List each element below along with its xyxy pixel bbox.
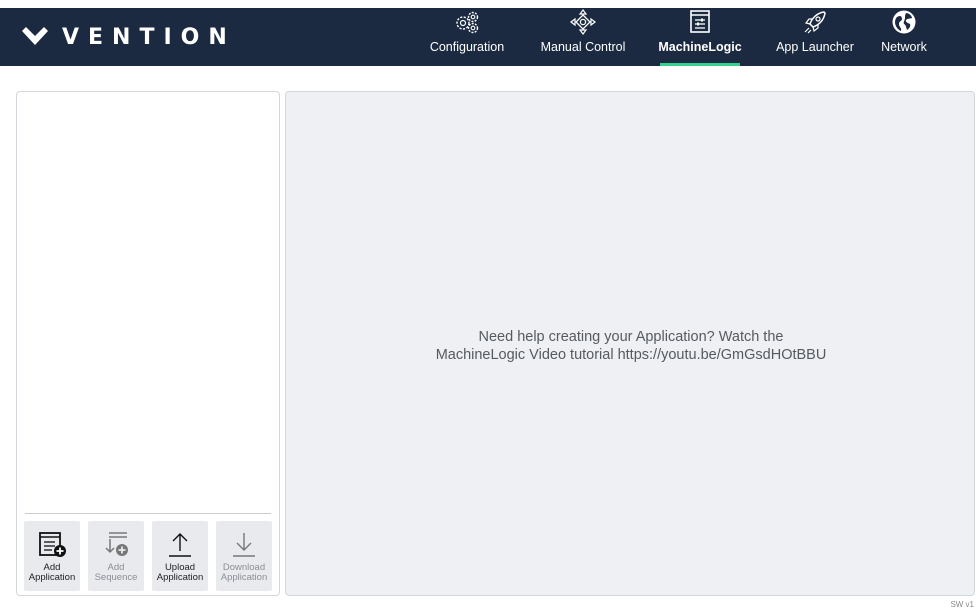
nav-item-network[interactable]: Network [872, 8, 936, 66]
tool-label: Upload Application [156, 562, 204, 583]
nav-label: App Launcher [776, 40, 854, 54]
nav-item-manual-control[interactable]: Manual Control [536, 8, 630, 66]
nav-label: MachineLogic [658, 40, 742, 54]
tool-label: Add Application [28, 562, 76, 583]
main-nav: Configuration Manual Control MachineLogi… [0, 8, 976, 66]
nav-item-app-launcher[interactable]: App Launcher [772, 8, 858, 66]
tool-label: Add Sequence [94, 562, 138, 583]
application-list-panel: Add Application Add Sequence Upload Appl… [16, 91, 280, 596]
gears-icon [456, 11, 479, 34]
nav-label: Manual Control [540, 40, 626, 54]
logic-icon [690, 10, 710, 33]
active-tab-indicator [660, 63, 740, 66]
add-application-icon [39, 532, 66, 557]
nav-item-machinelogic[interactable]: MachineLogic [656, 8, 744, 66]
add-application-button[interactable]: Add Application [24, 521, 80, 591]
rocket-icon [804, 11, 826, 34]
nav-item-configuration[interactable]: Configuration [424, 8, 510, 66]
tool-label: Download Application [220, 562, 268, 583]
joystick-icon [570, 9, 596, 35]
panel-divider [25, 513, 271, 514]
application-editor-panel: Need help creating your Application? Wat… [285, 91, 975, 596]
top-navigation-bar: VENTION Configuration Manual Control Mac… [0, 8, 976, 66]
nav-label: Configuration [429, 40, 505, 54]
upload-icon [169, 533, 191, 557]
software-version: SW v1 [950, 600, 974, 609]
help-line-1: Need help creating your Application? Wat… [478, 329, 784, 345]
upload-application-button[interactable]: Upload Application [152, 521, 208, 591]
globe-icon [892, 10, 916, 34]
help-message: Need help creating your Application? Wat… [286, 328, 976, 364]
download-icon [233, 533, 255, 557]
help-line-2[interactable]: MachineLogic Video tutorial https://yout… [286, 346, 976, 364]
add-sequence-icon [105, 532, 128, 556]
add-sequence-button[interactable]: Add Sequence [88, 521, 144, 591]
download-application-button[interactable]: Download Application [216, 521, 272, 591]
nav-label: Network [881, 40, 927, 54]
